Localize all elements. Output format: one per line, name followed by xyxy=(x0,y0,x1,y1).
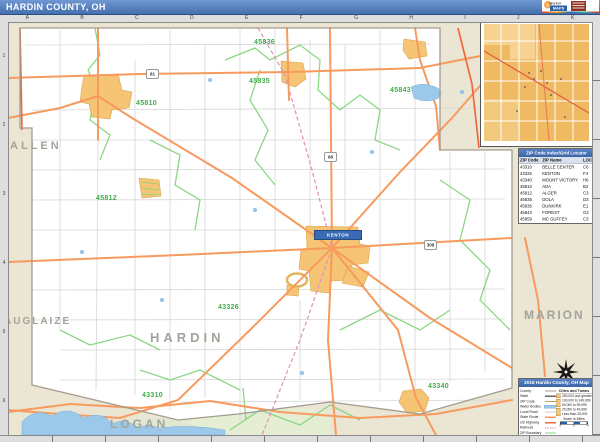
grid-ruler-right xyxy=(592,22,600,435)
zip-label-45843: 45843 xyxy=(390,87,411,94)
swatch-zip-line xyxy=(545,401,556,402)
legend-boundary-column: County State ZIP Code Water Bodies Local… xyxy=(520,389,556,436)
grid-ruler-top: A B C D E F G H I J K xyxy=(0,14,600,23)
zip-label-45836: 45836 xyxy=(254,39,275,46)
title-bar: HARDIN COUNTY, OH xyxy=(0,0,600,15)
legend-cities-column: Cities and Towns 250,000 and greater 100… xyxy=(556,389,592,436)
city-size-swatch xyxy=(556,399,561,403)
scale-bar: Scale in Miles 0 2 4 xyxy=(556,418,592,428)
table-row: 43310BELLE CENTERC6 xyxy=(519,164,594,171)
table-row: 45859MC GUFFEYC3 xyxy=(519,216,594,223)
county-label-allen: ALLEN xyxy=(10,140,62,152)
legend-panel: 2016 Hardin County, OH Map County State … xyxy=(518,378,595,442)
col-zip-name: ZIP Name xyxy=(541,157,582,164)
zip-index-title: ZIP Code Index/Grid Locator xyxy=(519,149,594,157)
marketmaps-logo: Market MAPS xyxy=(542,0,599,13)
city-size-swatch xyxy=(556,408,561,412)
swatch-zip-boundary xyxy=(545,433,556,434)
swatch-county-line xyxy=(545,391,556,392)
city-label-kenton: KENTON xyxy=(314,230,362,240)
swatch-state-route xyxy=(545,417,556,419)
zip-label-43310: 43310 xyxy=(142,392,163,399)
grid-ruler-left: 1 2 3 4 5 6 xyxy=(0,22,9,435)
zip-label-43326: 43326 xyxy=(218,304,239,311)
swatch-local-road xyxy=(545,412,556,413)
logo-contact-block xyxy=(571,1,586,11)
swatch-state-line xyxy=(545,396,556,398)
county-label-logan: LOGAN xyxy=(110,417,168,431)
county-label-hardin: HARDIN xyxy=(150,330,225,345)
swatch-railroad xyxy=(545,427,556,428)
legend-title: 2016 Hardin County, OH Map xyxy=(519,379,594,387)
route-shield-68: 68 xyxy=(324,152,337,162)
city-size-swatch xyxy=(556,404,561,408)
inset-map[interactable] xyxy=(480,20,595,147)
city-size-swatch xyxy=(556,395,561,399)
page-title: HARDIN COUNTY, OH xyxy=(6,0,106,14)
zip-index-table: ZIP Code ZIP Name LOC 43310BELLE CENTERC… xyxy=(519,157,594,223)
logo-color-stripe xyxy=(542,12,599,14)
zip-index-header-row: ZIP Code ZIP Name LOC xyxy=(519,157,594,164)
grid-ruler-bottom xyxy=(0,435,600,442)
zip-label-45810: 45810 xyxy=(136,100,157,107)
route-shield-309: 309 xyxy=(424,240,437,250)
route-shield-81: 81 xyxy=(146,69,159,79)
logo-brand-bottom: MAPS xyxy=(550,6,567,12)
swatch-water xyxy=(544,405,556,409)
col-zip-code: ZIP Code xyxy=(519,157,541,164)
swatch-us-highway xyxy=(545,422,556,424)
zip-label-45812: 45812 xyxy=(96,195,117,202)
inset-map-art xyxy=(481,21,592,144)
legend-subtitle: Cities and Towns xyxy=(556,389,592,394)
county-label-auglaize: AUGLAIZE xyxy=(4,316,71,327)
zip-label-43340: 43340 xyxy=(428,383,449,390)
city-size-swatch xyxy=(556,413,561,417)
zip-index-panel: ZIP Code Index/Grid Locator ZIP Code ZIP… xyxy=(518,148,595,224)
county-label-marion: MARION xyxy=(524,308,585,322)
zip-label-45835: 45835 xyxy=(249,78,270,85)
map-viewer-window: ALLEN AUGLAIZE HARDIN LOGAN MARION 45836… xyxy=(0,0,600,442)
